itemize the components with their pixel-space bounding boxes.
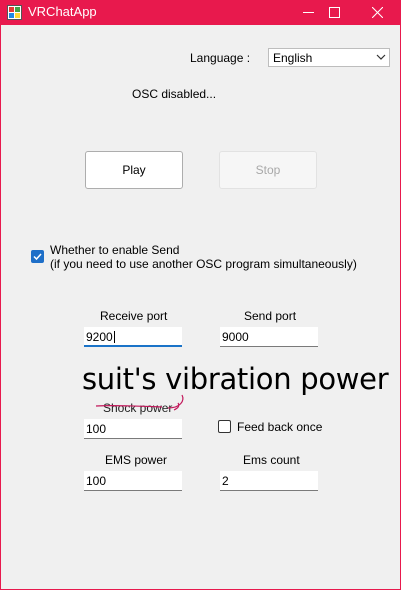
feedback-once-label: Feed back once	[237, 420, 323, 434]
text-caret	[113, 331, 115, 343]
shock-power-input[interactable]: 100	[84, 419, 182, 439]
receive-port-value: 9200	[86, 330, 113, 344]
play-button-label: Play	[122, 163, 146, 177]
ems-power-input[interactable]: 100	[84, 471, 182, 491]
strikethrough-mark	[95, 394, 184, 411]
maximize-button[interactable]	[312, 0, 358, 25]
close-button[interactable]	[355, 0, 401, 25]
enable-send-checkbox[interactable]	[31, 250, 44, 263]
shock-power-value: 100	[86, 422, 107, 436]
title-bar[interactable]: VRChatApp	[0, 0, 401, 25]
handwritten-annotation: suit's vibration power	[82, 362, 389, 396]
send-port-value: 9000	[222, 330, 249, 344]
stop-button-label: Stop	[255, 163, 281, 177]
ems-count-input[interactable]: 2	[220, 471, 318, 491]
ems-count-label: Ems count	[243, 453, 300, 467]
language-select[interactable]: English	[268, 48, 390, 67]
stop-button[interactable]: Stop	[219, 151, 317, 189]
language-label: Language :	[190, 51, 251, 65]
play-button[interactable]: Play	[85, 151, 183, 189]
enable-send-hint: (if you need to use another OSC program …	[50, 257, 357, 271]
ems-count-value: 2	[222, 474, 229, 488]
ems-power-label: EMS power	[105, 453, 168, 467]
osc-status-text: OSC disabled...	[132, 87, 217, 101]
send-port-label: Send port	[244, 309, 297, 323]
send-port-input[interactable]: 9000	[220, 327, 318, 347]
enable-send-label: Whether to enable Send	[50, 243, 180, 257]
language-selected-value: English	[273, 51, 313, 65]
window-title: VRChatApp	[28, 4, 97, 19]
chevron-down-icon	[376, 54, 386, 60]
feedback-once-checkbox[interactable]	[218, 420, 231, 433]
receive-port-input[interactable]: 9200	[84, 327, 182, 347]
ems-power-value: 100	[86, 474, 107, 488]
app-icon	[7, 5, 22, 20]
checkmark-icon	[33, 253, 42, 261]
receive-port-label: Receive port	[100, 309, 168, 323]
maximize-icon	[329, 7, 340, 18]
close-icon	[372, 7, 383, 18]
